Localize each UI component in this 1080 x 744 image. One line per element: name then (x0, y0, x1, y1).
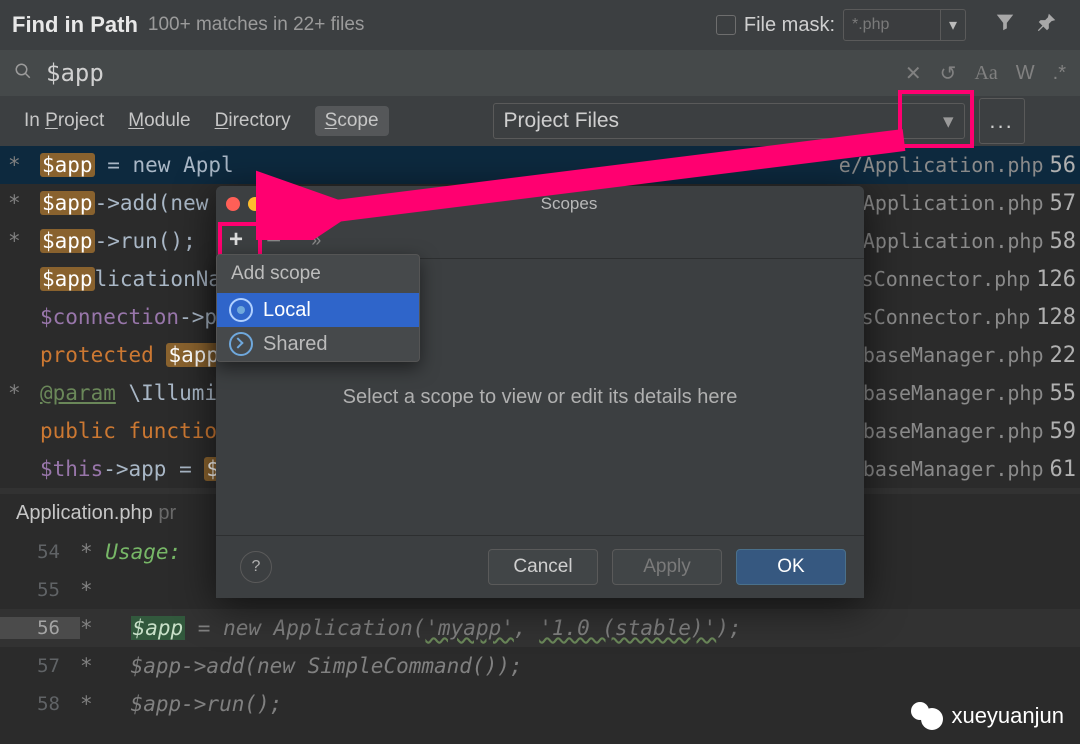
match-case-icon[interactable]: Aa (974, 62, 997, 85)
code-line: 57 * $app->add(new SimpleCommand()); (0, 647, 1080, 685)
zoom-icon[interactable] (270, 197, 284, 211)
file-mask-field[interactable]: *.php (843, 9, 941, 41)
titlebar: Find in Path 100+ matches in 22+ files F… (0, 0, 1080, 50)
file-mask-label: File mask: (744, 14, 835, 37)
pin-icon[interactable] (1036, 11, 1058, 39)
dialog-title: Scopes (284, 194, 854, 214)
add-scope-button[interactable]: + (222, 226, 250, 254)
search-input[interactable]: $app (46, 59, 887, 87)
result-row[interactable]: * $app = new Appl e/Application.php 56 (0, 146, 1080, 184)
browse-scopes-button[interactable]: ... (979, 98, 1025, 144)
scope-select[interactable]: Project Files (493, 103, 965, 139)
cancel-button[interactable]: Cancel (488, 549, 598, 585)
dialog-titlebar: Scopes (216, 186, 864, 222)
file-mask-checkbox[interactable] (716, 15, 736, 35)
code-line: 56 * $app = new Application('myapp', '1.… (0, 609, 1080, 647)
history-icon[interactable]: ↺ (940, 61, 957, 86)
match-count: 100+ matches in 22+ files (148, 14, 365, 36)
file-mask-dropdown[interactable]: ▾ (941, 9, 966, 41)
minimize-icon[interactable] (248, 197, 262, 211)
scopes-dialog: Scopes + − » Select a scope to view or e… (216, 186, 864, 598)
help-button[interactable]: ? (240, 551, 272, 583)
wechat-icon (911, 702, 945, 730)
menu-item-local[interactable]: Local (217, 293, 419, 327)
filter-icon[interactable] (994, 11, 1016, 39)
menu-title: Add scope (217, 255, 419, 293)
window-title: Find in Path (12, 12, 138, 38)
add-scope-menu: Add scope Local Shared (216, 254, 420, 362)
tab-module[interactable]: Module (128, 110, 190, 132)
shared-scope-icon (229, 332, 253, 356)
clear-icon[interactable]: ✕ (905, 61, 922, 86)
apply-button[interactable]: Apply (612, 549, 722, 585)
expand-icon[interactable]: » (311, 230, 321, 251)
menu-item-shared[interactable]: Shared (217, 327, 419, 361)
regex-icon[interactable]: .* (1053, 62, 1066, 85)
words-icon[interactable]: W (1016, 62, 1035, 85)
search-icon (14, 62, 32, 85)
tab-directory[interactable]: Directory (215, 110, 291, 132)
local-scope-icon (229, 298, 253, 322)
ok-button[interactable]: OK (736, 549, 846, 585)
scope-row: In Project Module Directory Scope Projec… (0, 96, 1080, 146)
search-bar: $app ✕ ↺ Aa W .* (0, 50, 1080, 96)
tab-project[interactable]: In Project (24, 110, 104, 132)
remove-scope-button[interactable]: − (266, 225, 281, 256)
close-icon[interactable] (226, 197, 240, 211)
tab-scope[interactable]: Scope (315, 106, 389, 136)
watermark: xueyuanjun (911, 702, 1064, 730)
dialog-footer: ? Cancel Apply OK (216, 535, 864, 598)
